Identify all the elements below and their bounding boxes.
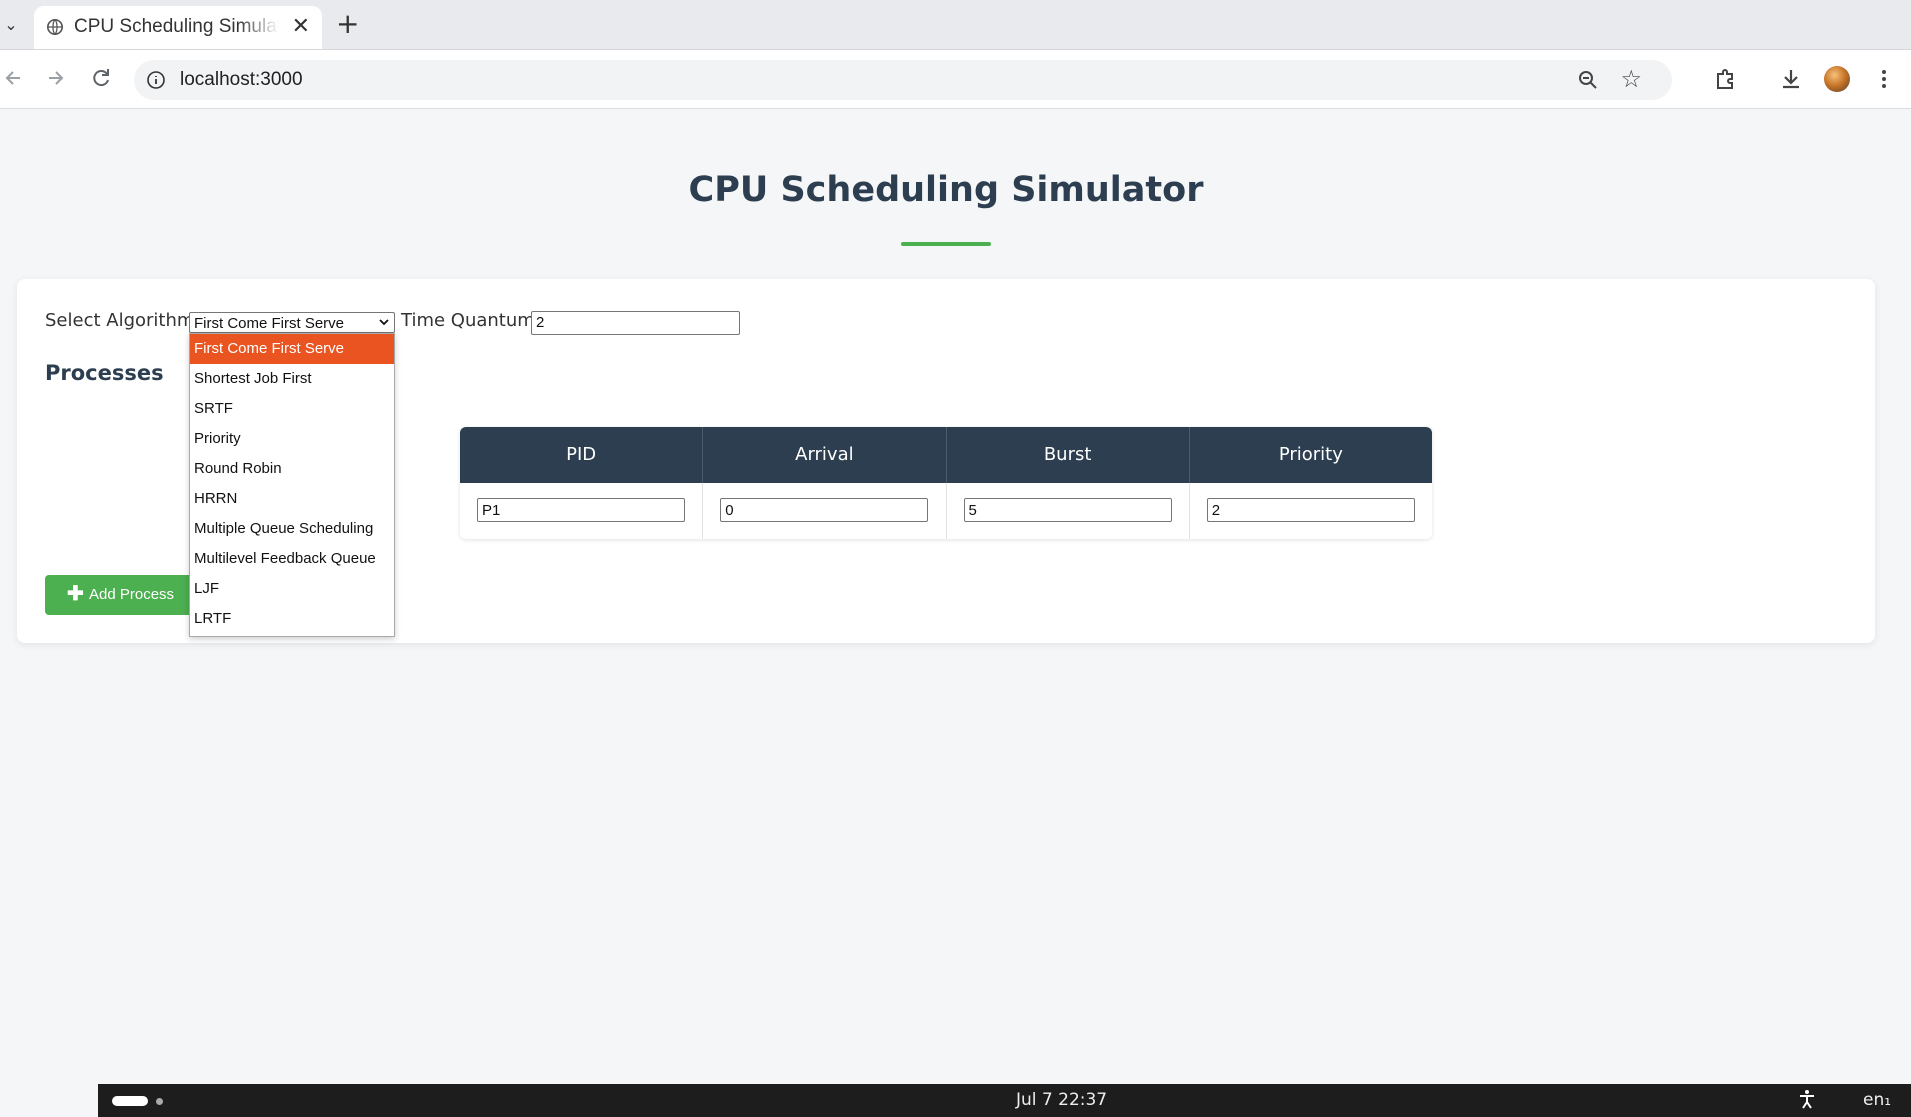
forward-icon[interactable] [41,64,69,92]
dropdown-option-multiple-queue[interactable]: Multiple Queue Scheduling [190,514,394,544]
priority-input[interactable]: 2 [1206,498,1415,522]
time-quantum-input[interactable]: 2 [531,311,740,335]
column-header-burst: Burst [947,427,1190,483]
workspace-indicator[interactable] [112,1096,148,1106]
dropdown-option-mlfq[interactable]: Multilevel Feedback Queue [190,544,394,574]
process-table: PID Arrival Burst Priority P1 0 5 2 [460,427,1432,539]
menu-kebab-icon[interactable] [1869,64,1899,94]
dropdown-option-lrtf[interactable]: LRTF [190,604,394,634]
new-tab-button[interactable]: + [336,10,359,38]
reload-icon[interactable] [87,64,115,92]
algorithm-dropdown-list: First Come First Serve Shortest Job Firs… [189,333,395,637]
extensions-icon[interactable] [1710,64,1740,94]
dropdown-option-ljf[interactable]: LJF [190,574,394,604]
dropdown-option-hrrn[interactable]: HRRN [190,484,394,514]
address-bar[interactable]: localhost:3000 ☆ [134,60,1672,100]
table-row: P1 0 5 2 [460,483,1432,539]
workspace-dot[interactable] [156,1098,163,1105]
zoom-icon[interactable] [1576,68,1600,92]
browser-tab[interactable]: CPU Scheduling Simulator ✕ [34,6,322,49]
dropdown-option-round-robin[interactable]: Round Robin [190,454,394,484]
arrival-input[interactable]: 0 [720,498,929,522]
plus-icon: ✚ [67,583,84,605]
language-indicator[interactable]: en₁ [1863,1090,1891,1110]
dropdown-option-srtf[interactable]: SRTF [190,394,394,424]
page-title: CPU Scheduling Simulator [688,170,1204,210]
table-header: PID Arrival Burst Priority [460,427,1432,483]
dropdown-option-fcfs[interactable]: First Come First Serve [190,334,394,364]
chevron-down-icon [379,319,389,326]
close-tab-icon[interactable]: ✕ [292,15,310,39]
browser-toolbar: localhost:3000 ☆ [0,50,1911,109]
dropdown-option-priority[interactable]: Priority [190,424,394,454]
clock[interactable]: Jul 7 22:37 [1016,1090,1107,1110]
back-icon[interactable] [0,64,28,92]
globe-icon [46,18,64,36]
os-taskbar: Jul 7 22:37 en₁ [98,1084,1911,1117]
algorithm-select[interactable]: First Come First Serve [189,312,395,333]
algorithm-select-value: First Come First Serve [194,315,345,332]
url-text[interactable]: localhost:3000 [180,69,303,91]
algorithm-label: Select Algorithm: [45,310,201,331]
download-icon[interactable] [1776,64,1806,94]
bookmark-star-icon[interactable]: ☆ [1620,66,1642,92]
column-header-priority: Priority [1278,444,1343,465]
processes-heading: Processes [45,361,164,385]
site-info-icon[interactable] [146,70,166,90]
burst-input[interactable]: 5 [963,498,1172,522]
tab-title: CPU Scheduling Simulator [74,16,279,37]
tab-list-button[interactable]: ⌄ [0,14,22,36]
pid-input[interactable]: P1 [477,498,685,522]
column-header-pid: PID [460,427,704,483]
add-process-button[interactable]: ✚ Add Process [45,575,205,615]
time-quantum-label: Time Quantum: [401,310,541,331]
profile-avatar[interactable] [1824,66,1850,92]
title-underline [901,242,991,246]
browser-tab-bar: ⌄ CPU Scheduling Simulator ✕ + [0,0,1911,50]
column-header-arrival: Arrival [703,427,947,483]
add-process-label: Add Process [89,586,175,603]
accessibility-icon[interactable] [1798,1089,1816,1109]
dropdown-option-sjf[interactable]: Shortest Job First [190,364,394,394]
